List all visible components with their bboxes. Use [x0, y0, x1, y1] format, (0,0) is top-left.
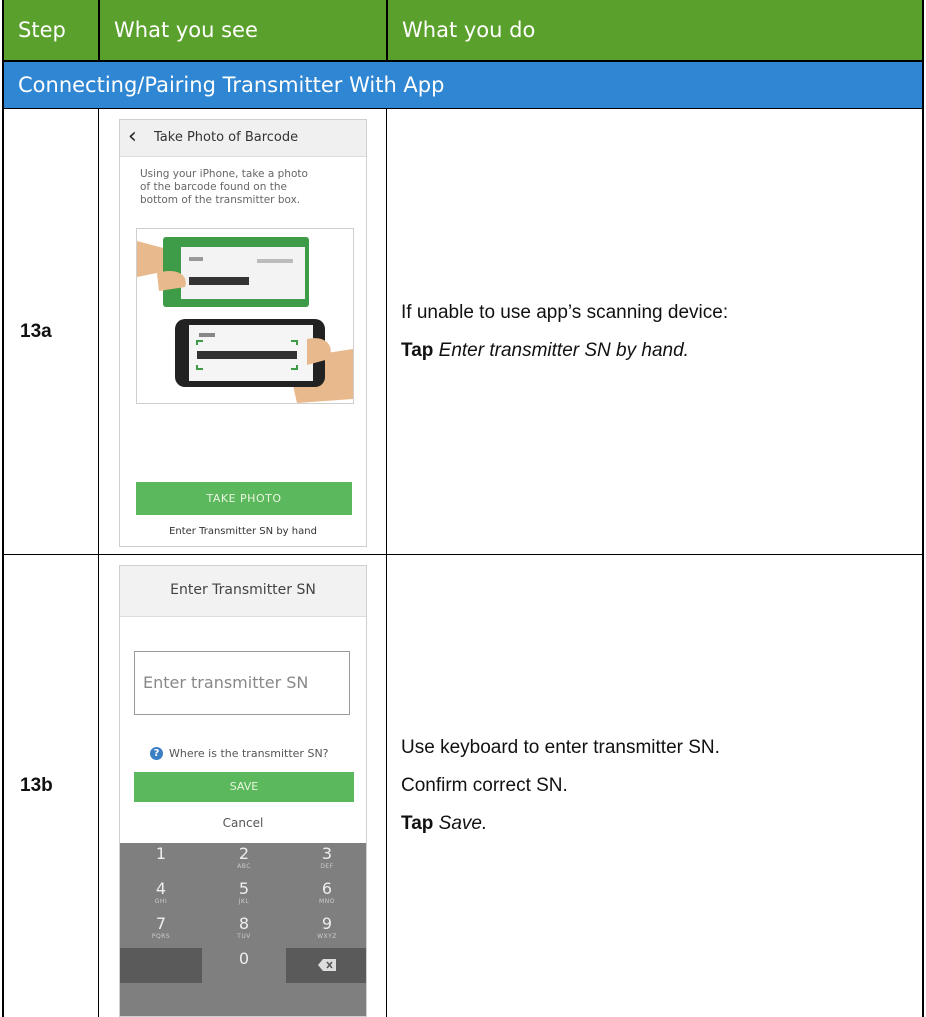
section-title: Connecting/Pairing Transmitter With App: [4, 62, 922, 109]
instruction-table: Step What you see What you do Connecting…: [2, 0, 924, 1017]
instruction-line: Use keyboard to enter transmitter SN.: [401, 737, 720, 758]
instruction-line: Tap Save.: [401, 811, 922, 837]
step-number: 13b: [20, 775, 53, 796]
instruction-tap: Tap: [401, 339, 434, 361]
keypad-key[interactable]: 0: [203, 948, 285, 983]
save-button[interactable]: SAVE: [134, 772, 354, 802]
keypad-key[interactable]: 2 ABC: [203, 843, 285, 878]
transmitter-sn-input[interactable]: Enter transmitter SN: [134, 651, 350, 715]
chevron-left-icon: ‹: [128, 124, 137, 149]
app-instruction-text: Using your iPhone, take a photo of the b…: [140, 168, 308, 206]
keypad-key[interactable]: 7 PQRS: [120, 913, 202, 948]
phone-screenshot-enter-sn: Enter Transmitter SN Enter transmitter S…: [119, 565, 367, 1017]
instruction-line: If unable to use app’s scanning device:: [401, 301, 729, 323]
keypad-key[interactable]: 1: [120, 843, 202, 878]
instruction-cell: If unable to use app’s scanning device: …: [386, 109, 922, 554]
take-photo-button[interactable]: TAKE PHOTO: [136, 482, 352, 515]
enter-sn-by-hand-link[interactable]: Enter Transmitter SN by hand: [120, 526, 366, 537]
numeric-keypad: 1 2 ABC 3 DEF 4 GHI 5 JKL 6 MNO 7 PQRS 8 TUV 9W…: [120, 843, 366, 1016]
header-step: Step: [18, 18, 66, 42]
app-header: ‹ Take Photo of Barcode: [120, 120, 366, 157]
table-row: 13a ‹ Take Photo of Barcode Using your i…: [4, 109, 922, 555]
screenshot-cell: ‹ Take Photo of Barcode Using your iPhon…: [98, 109, 386, 554]
instruction-target: Save.: [438, 813, 488, 834]
where-is-sn-link[interactable]: ? Where is the transmitter SN?: [150, 747, 329, 760]
instruction-line: Confirm correct SN.: [401, 775, 568, 796]
step-number: 13a: [20, 320, 52, 342]
keypad-key[interactable]: 5 JKL: [203, 878, 285, 913]
keypad-key[interactable]: 6 MNO: [286, 878, 366, 913]
keypad-key[interactable]: 8 TUV: [203, 913, 285, 948]
phone-screenshot-take-photo: ‹ Take Photo of Barcode Using your iPhon…: [119, 119, 367, 547]
header-what-you-do: What you do: [386, 0, 922, 60]
instruction-line: Tap Enter transmitter SN by hand.: [401, 338, 922, 364]
app-screen-title: Take Photo of Barcode: [154, 130, 299, 145]
question-circle-icon: ?: [150, 747, 163, 760]
app-screen-title: Enter Transmitter SN: [170, 582, 316, 598]
keypad-key[interactable]: 3 DEF: [286, 843, 366, 878]
keypad-key[interactable]: 4 GHI: [120, 878, 202, 913]
table-header: Step What you see What you do: [4, 0, 922, 62]
backspace-icon[interactable]: [286, 948, 366, 983]
table-row: 13b Enter Transmitter SN Enter transmitt…: [4, 555, 922, 1017]
screenshot-cell: Enter Transmitter SN Enter transmitter S…: [98, 555, 386, 1017]
app-header: Enter Transmitter SN: [120, 566, 366, 617]
instruction-tap: Tap: [401, 813, 434, 834]
help-text: Where is the transmitter SN?: [169, 747, 329, 760]
header-what-you-see: What you see: [98, 0, 386, 60]
cancel-button[interactable]: Cancel: [120, 816, 366, 830]
instruction-target: Enter transmitter SN by hand.: [438, 339, 689, 361]
keypad-key[interactable]: 9 WXYZ: [286, 913, 366, 948]
hands-phone-box-icon: [137, 237, 353, 403]
barcode-photo-illustration: [136, 228, 354, 404]
keypad-blank-key: [120, 948, 202, 983]
instruction-cell: Use keyboard to enter transmitter SN. Co…: [386, 555, 922, 1017]
